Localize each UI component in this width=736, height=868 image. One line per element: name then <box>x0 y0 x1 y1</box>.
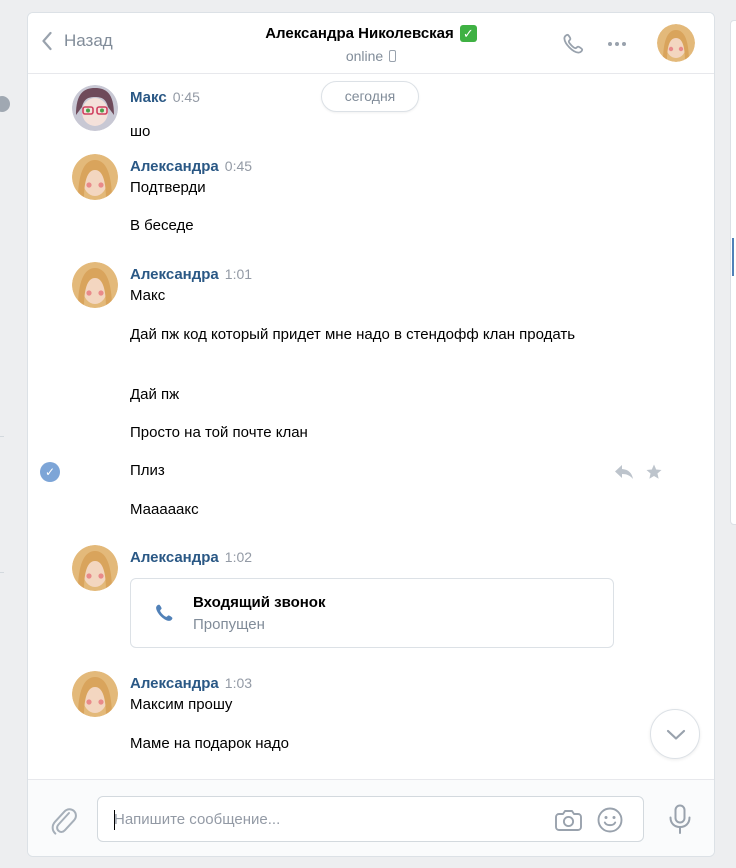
emoji-icon[interactable] <box>597 807 623 833</box>
message-text[interactable]: Мааааакс <box>130 499 600 521</box>
mobile-icon <box>389 50 397 62</box>
avatar[interactable] <box>72 154 118 200</box>
avatar[interactable] <box>72 671 118 717</box>
message-input[interactable] <box>114 797 534 841</box>
message-input-box[interactable] <box>97 796 644 842</box>
phone-icon <box>156 604 173 621</box>
avatar[interactable] <box>72 85 118 131</box>
author-name[interactable]: Александра <box>130 549 219 566</box>
text-cursor <box>114 810 115 830</box>
message-time[interactable]: 0:45 <box>225 158 252 174</box>
message-text[interactable]: Плиз <box>130 460 600 482</box>
message-text[interactable]: Маме на подарок надо <box>130 733 600 755</box>
left-edge-divider <box>0 436 4 437</box>
message-header: Александра 1:03 <box>130 675 252 692</box>
message-time[interactable]: 1:02 <box>225 549 252 565</box>
reply-icon[interactable] <box>614 464 634 480</box>
left-edge-badge <box>0 96 10 112</box>
author-name[interactable]: Макс <box>130 89 167 106</box>
author-name[interactable]: Александра <box>130 266 219 283</box>
message-text[interactable]: Максим прошу <box>130 694 600 716</box>
call-title: Входящий звонок <box>193 594 326 611</box>
author-name[interactable]: Александра <box>130 675 219 692</box>
more-options-icon[interactable] <box>608 42 626 46</box>
avatar[interactable] <box>72 545 118 591</box>
avatar[interactable] <box>72 262 118 308</box>
missed-call-card[interactable]: Входящий звонок Пропущен <box>130 578 614 648</box>
message-text[interactable]: В беседе <box>130 215 600 237</box>
message-text[interactable]: Дай пж <box>130 384 600 406</box>
call-status: Пропущен <box>193 616 265 633</box>
chevron-left-icon <box>42 31 52 51</box>
verified-check-icon: ✓ <box>459 25 477 42</box>
left-edge-divider <box>0 572 4 573</box>
message-history[interactable]: сегодня Макс 0:45 шо Александра 0:45 Под… <box>28 75 714 779</box>
message-text[interactable]: Макс <box>130 285 600 307</box>
back-label: Назад <box>64 31 113 50</box>
message-time[interactable]: 1:03 <box>225 675 252 691</box>
message-text[interactable]: Подтверди <box>130 177 600 199</box>
date-divider: сегодня <box>321 81 419 112</box>
scroll-down-button[interactable] <box>650 709 700 759</box>
paperclip-icon[interactable] <box>50 806 78 836</box>
chat-header: Назад Александра Николевская ✓ online <box>28 13 714 74</box>
online-status: online <box>345 48 397 64</box>
selected-check-icon[interactable]: ✓ <box>40 462 60 482</box>
back-button[interactable]: Назад <box>42 31 113 51</box>
contact-name-title[interactable]: Александра Николевская ✓ <box>265 25 477 42</box>
message-header: Александра 1:01 <box>130 266 252 283</box>
status-text: online <box>345 48 384 64</box>
chat-window: Назад Александра Николевская ✓ online се… <box>27 12 715 857</box>
author-name[interactable]: Александра <box>130 158 219 175</box>
message-header: Александра 0:45 <box>130 158 252 175</box>
message-text[interactable]: Дай пж код который придет мне надо в сте… <box>130 324 600 346</box>
contact-avatar[interactable] <box>657 24 695 62</box>
right-panel-accent <box>732 238 734 276</box>
message-header: Александра 1:02 <box>130 549 252 566</box>
message-text[interactable]: Просто на той почте клан <box>130 422 600 444</box>
star-icon[interactable] <box>645 463 663 481</box>
chevron-down-icon <box>666 729 686 740</box>
message-text[interactable]: шо <box>130 121 600 143</box>
camera-icon[interactable] <box>555 808 582 832</box>
message-composer <box>28 779 714 856</box>
message-header: Макс 0:45 <box>130 89 200 106</box>
phone-call-icon[interactable] <box>561 32 585 56</box>
message-time[interactable]: 0:45 <box>173 89 200 105</box>
contact-name: Александра Николевская <box>265 25 454 42</box>
microphone-icon[interactable] <box>668 804 692 835</box>
message-time[interactable]: 1:01 <box>225 266 252 282</box>
